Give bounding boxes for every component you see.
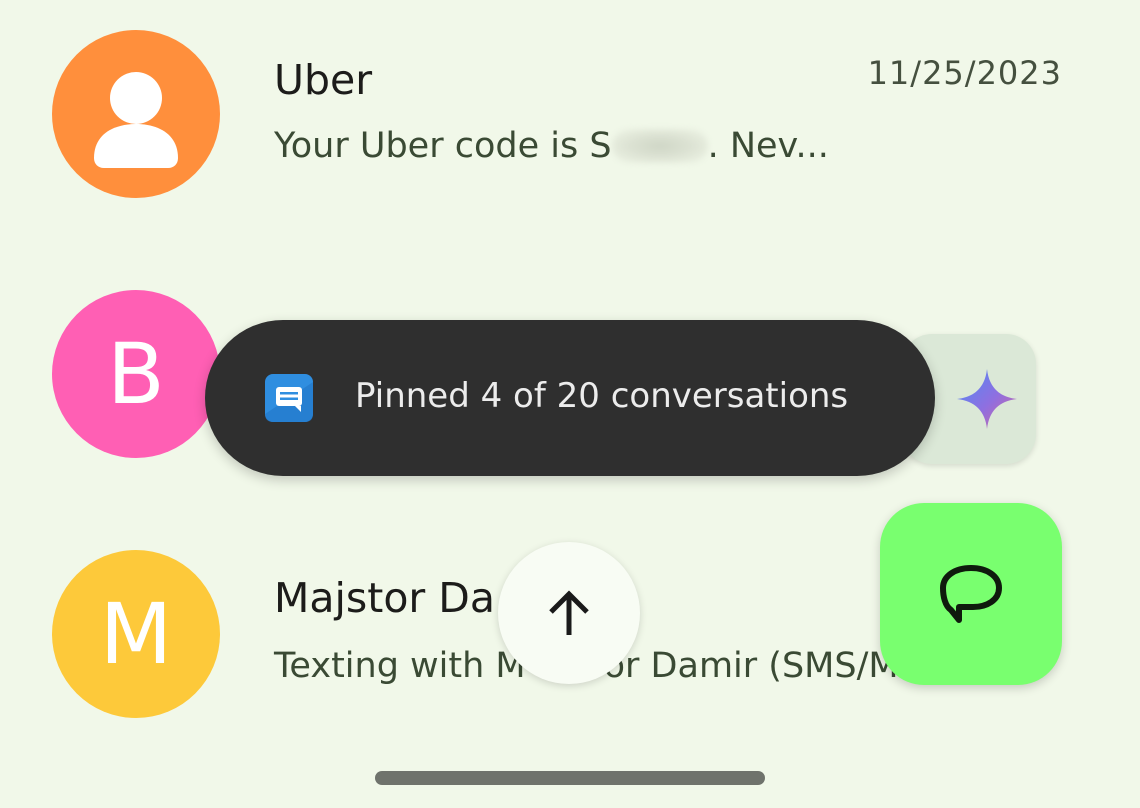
avatar: B [52,290,220,458]
arrow-up-icon [549,590,589,635]
start-chat-button[interactable] [880,503,1062,685]
avatar [52,30,220,198]
message-timestamp: 11/25/2023 [867,54,1062,92]
contact-name: Uber [274,56,373,104]
home-indicator[interactable] [375,771,765,785]
person-icon [94,72,178,168]
toast-notification: Pinned 4 of 20 conversations [205,320,935,476]
contact-name: Majstor Da [274,574,495,622]
avatar: M [52,550,220,718]
redacted-code [611,129,708,163]
conversation-item-uber[interactable]: Uber 11/25/2023 Your Uber code is S . Nev… [0,28,1140,228]
snippet-text-end: . Nev... [707,126,829,166]
messages-app-icon [265,374,313,422]
snippet-text-end: or Damir (SMS/M [603,646,899,686]
toast-message: Pinned 4 of 20 conversations [355,376,849,416]
messages-screen: Uber 11/25/2023 Your Uber code is S . Nev… [0,0,1140,808]
scroll-to-top-button[interactable] [498,542,640,684]
message-snippet: Your Uber code is S . Nev... [274,126,829,166]
snippet-text-start: Texting with M [274,646,526,686]
chat-bubble-icon [940,565,1002,623]
gemini-sparkle-icon [957,369,1017,429]
snippet-text-start: Your Uber code is S [274,126,612,166]
